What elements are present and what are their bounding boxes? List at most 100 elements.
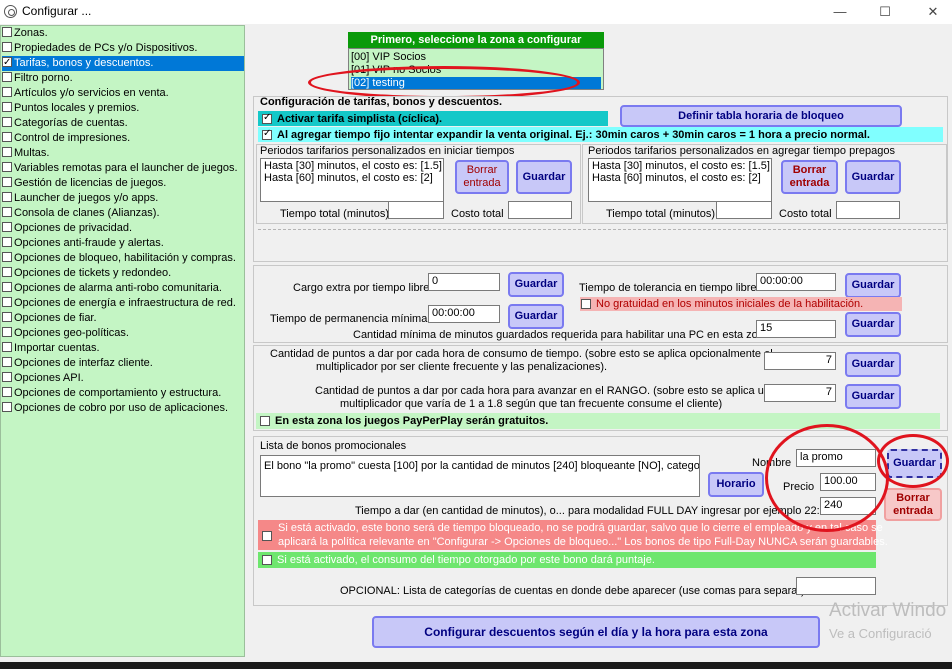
sidebar-item-checkbox[interactable] [2,252,12,262]
sidebar-item[interactable]: Multas. [2,146,244,161]
no-free-row[interactable]: No gratuidad en los minutos iniciales de… [580,297,902,311]
sidebar-item-checkbox[interactable] [2,357,12,367]
extra-charge-input[interactable]: 0 [428,273,500,291]
sidebar-item-checkbox[interactable] [2,102,12,112]
sidebar-item[interactable]: Opciones de energía e infraestructura de… [2,296,244,311]
points-per-hour-input[interactable]: 7 [764,352,836,370]
extra-charge-save-button[interactable]: Guardar [508,272,564,297]
bono-blocked-row[interactable]: Si está activado, este bono será de tiem… [258,520,888,550]
sidebar-item[interactable]: Opciones de interfaz cliente. [2,356,244,371]
ppp-free-checkbox[interactable] [260,416,270,426]
bono-price-input[interactable]: 100.00 [820,473,876,491]
sidebar-item-checkbox[interactable] [2,87,12,97]
sidebar-item[interactable]: Opciones de tickets y redondeo. [2,266,244,281]
tolerance-input[interactable]: 00:00:00 [756,273,836,291]
sidebar-item[interactable]: Tarifas, bonos y descuentos. [2,55,244,71]
list-item[interactable]: Hasta [30] minutos, el costo es: [1.5] [264,160,442,172]
sidebar-item-checkbox[interactable] [2,192,12,202]
sidebar-item-checkbox[interactable] [2,72,12,82]
expand-sale-row[interactable]: Al agregar tiempo fijo intentar expandir… [258,127,943,142]
sidebar-item[interactable]: Consola de clanes (Alianzas). [2,206,244,221]
sidebar-item[interactable]: Propiedades de PCs y/o Dispositivos. [2,41,244,56]
simple-tariff-checkbox[interactable] [262,112,272,124]
list-item[interactable]: Hasta [30] minutos, el costo es: [1.5] [592,160,770,172]
sidebar-item-checkbox[interactable] [2,372,12,382]
sidebar-item-checkbox[interactable] [2,402,12,412]
start-save-button[interactable]: Guardar [516,160,572,194]
rank-points-input[interactable]: 7 [764,384,836,402]
sidebar-item-checkbox[interactable] [2,312,12,322]
sidebar-item-checkbox[interactable] [2,55,12,70]
bonos-list[interactable]: El bono "la promo" cuesta [100] por la c… [260,455,700,497]
sidebar-item-checkbox[interactable] [2,327,12,337]
sidebar-item[interactable]: Zonas. [2,26,244,41]
prepaid-save-button[interactable]: Guardar [845,160,901,194]
sidebar-item[interactable]: Opciones de bloqueo, habilitación y comp… [2,251,244,266]
sidebar-item[interactable]: Categorías de cuentas. [2,116,244,131]
min-minutes-input[interactable]: 15 [756,320,836,338]
sidebar-item[interactable]: Filtro porno. [2,71,244,86]
sidebar-item[interactable]: Opciones de cobro por uso de aplicacione… [2,401,244,416]
min-stay-save-button[interactable]: Guardar [508,304,564,329]
start-periods-list[interactable]: Hasta [30] minutos, el costo es: [1.5] H… [260,158,444,202]
sidebar-item[interactable]: Opciones geo-políticas. [2,326,244,341]
zone-list[interactable]: [00] VIP Socios [01] VIP no Socios [02] … [348,48,604,90]
sidebar-item[interactable]: Opciones de alarma anti-robo comunitaria… [2,281,244,296]
configure-discounts-button[interactable]: Configurar descuentos según el día y la … [372,616,820,648]
close-button[interactable]: ✕ [918,2,948,22]
list-item[interactable]: Hasta [60] minutos, el costo es: [2] [264,172,440,184]
prepaid-periods-list[interactable]: Hasta [30] minutos, el costo es: [1.5] H… [588,158,772,202]
sidebar-item-checkbox[interactable] [2,267,12,277]
min-stay-input[interactable]: 00:00:00 [428,305,500,323]
sidebar-item-checkbox[interactable] [2,162,12,172]
sidebar-item[interactable]: Control de impresiones. [2,131,244,146]
zone-item[interactable]: [00] VIP Socios [351,51,601,63]
minimize-button[interactable]: — [825,2,855,22]
rank-points-save-button[interactable]: Guardar [845,384,901,409]
prepaid-total-time-input[interactable] [716,201,772,219]
sidebar-item-checkbox[interactable] [2,147,12,157]
bono-save-button[interactable]: Guardar [887,449,942,478]
start-total-cost-input[interactable] [508,201,572,219]
tolerance-save-button[interactable]: Guardar [845,273,901,298]
sidebar-item[interactable]: Variables remotas para el launcher de ju… [2,161,244,176]
sidebar-item-checkbox[interactable] [2,297,12,307]
sidebar-item[interactable]: Gestión de licencias de juegos. [2,176,244,191]
bono-delete-entry-button[interactable]: Borrar entrada [884,488,942,521]
prepaid-total-cost-input[interactable] [836,201,900,219]
sidebar-item-checkbox[interactable] [2,132,12,142]
expand-sale-checkbox[interactable] [262,128,272,140]
maximize-button[interactable]: ☐ [870,2,900,22]
define-schedule-button[interactable]: Definir tabla horaria de bloqueo [620,105,902,127]
sidebar-item[interactable]: Opciones de comportamiento y estructura. [2,386,244,401]
min-minutes-save-button[interactable]: Guardar [845,312,901,337]
bono-points-row[interactable]: Si está activado, el consumo del tiempo … [258,552,876,568]
sidebar-item-checkbox[interactable] [2,207,12,217]
sidebar-item-checkbox[interactable] [2,117,12,127]
sidebar-item[interactable]: Puntos locales y premios. [2,101,244,116]
simple-tariff-row[interactable]: Activar tarifa simplista (cíclica). [258,111,608,126]
sidebar-item-checkbox[interactable] [2,237,12,247]
ppp-free-row[interactable]: En esta zona los juegos PayPerPlay serán… [256,413,940,429]
zone-item-selected[interactable]: [02] testing [351,77,601,89]
sidebar-item[interactable]: Opciones de privacidad. [2,221,244,236]
sidebar-item-checkbox[interactable] [2,387,12,397]
sidebar-item-checkbox[interactable] [2,27,12,37]
sidebar-item[interactable]: Artículos y/o servicios en venta. [2,86,244,101]
bono-categories-input[interactable] [796,577,876,595]
sidebar-item-checkbox[interactable] [2,222,12,232]
sidebar-item[interactable]: Opciones API. [2,371,244,386]
start-total-time-input[interactable] [388,201,444,219]
sidebar-item-checkbox[interactable] [2,177,12,187]
sidebar-item[interactable]: Opciones de fiar. [2,311,244,326]
sidebar-item[interactable]: Opciones anti-fraude y alertas. [2,236,244,251]
list-item[interactable]: El bono "la promo" cuesta [100] por la c… [264,459,699,473]
zone-item[interactable]: [01] VIP no Socios [351,64,601,76]
points-per-hour-save-button[interactable]: Guardar [845,352,901,377]
sidebar-item-checkbox[interactable] [2,282,12,292]
list-item[interactable]: Hasta [60] minutos, el costo es: [2] [592,172,768,184]
bono-blocked-checkbox[interactable] [262,531,272,541]
start-delete-entry-button[interactable]: Borrar entrada [455,160,509,194]
prepaid-delete-entry-button[interactable]: Borrar entrada [781,160,838,194]
sidebar-item-checkbox[interactable] [2,342,12,352]
